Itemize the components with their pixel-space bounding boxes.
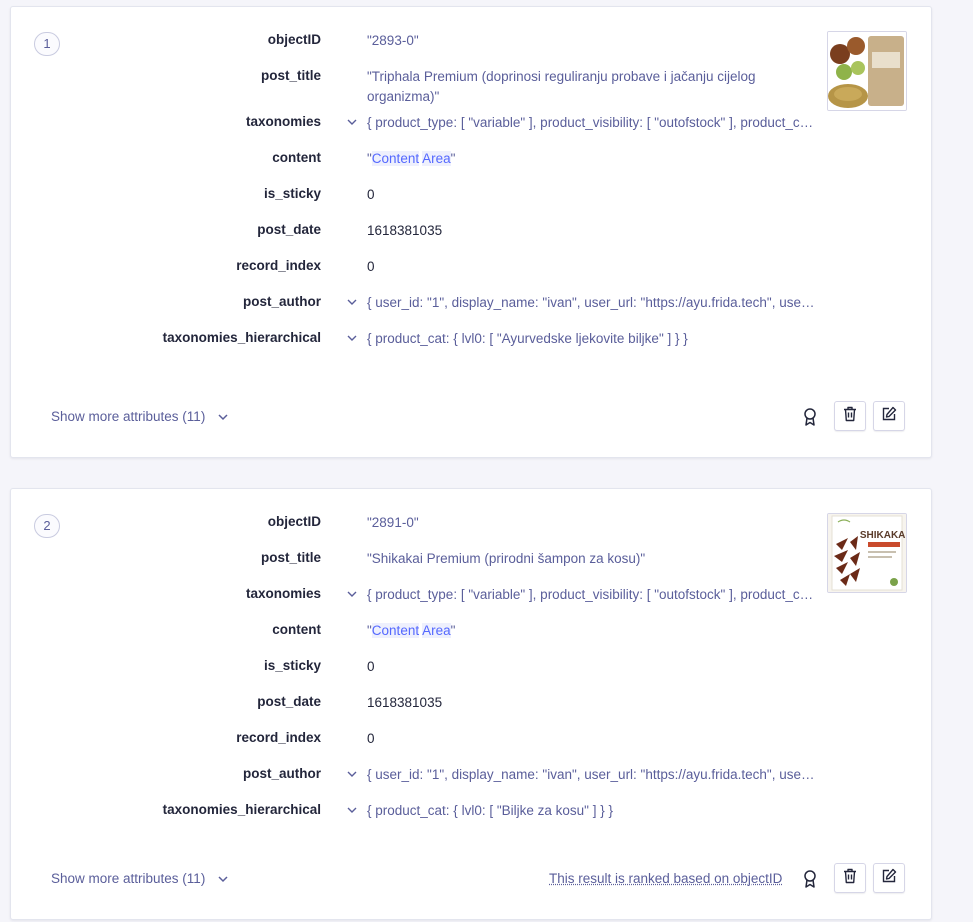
show-more-attributes-link[interactable]: Show more attributes (11) [51, 871, 229, 887]
attribute-key: is_sticky [263, 658, 321, 673]
edit-button[interactable] [873, 401, 905, 431]
attribute-key: post_title [260, 550, 321, 565]
edit-button[interactable] [873, 863, 905, 893]
attribute-value: 0 [367, 731, 375, 746]
attribute-value: { product_cat: { lvl0: [ "Ayurvedske lje… [367, 331, 688, 346]
shikakai-label: SHIKAKAI [860, 530, 906, 541]
attribute-row-post-author: post_author { user_id: "1", display_name… [11, 293, 821, 329]
attribute-key: post_date [257, 694, 321, 709]
attribute-key: content [272, 150, 321, 165]
attribute-key: post_author [242, 294, 321, 309]
attribute-key: objectID [267, 514, 321, 529]
attribute-value: "Content Area" [367, 149, 817, 169]
attribute-value: { user_id: "1", display_name: "ivan", us… [367, 295, 817, 310]
edit-icon [881, 868, 897, 889]
attribute-value: 0 [367, 259, 375, 274]
attribute-key: is_sticky [263, 186, 321, 201]
attribute-row-record-index: record_index 0 [11, 729, 821, 765]
attribute-key: objectID [267, 32, 321, 47]
attribute-list: objectID "2891-0" post_title "Shikakai P… [11, 513, 821, 837]
attribute-key: record_index [236, 730, 321, 745]
attribute-row-taxonomies-hierarchical: taxonomies_hierarchical { product_cat: {… [11, 801, 821, 837]
attribute-value: { user_id: "1", display_name: "ivan", us… [367, 767, 817, 782]
attribute-value: "2891-0" [367, 515, 419, 530]
search-highlight: Area [422, 623, 451, 638]
attribute-value: 0 [367, 659, 375, 674]
show-more-label: Show more attributes (11) [51, 871, 206, 886]
attribute-row-post-title: post_title "Triphala Premium (doprinosi … [11, 67, 821, 113]
quote: " [450, 623, 456, 638]
attribute-row-record-index: record_index 0 [11, 257, 821, 293]
attribute-key: taxonomies [245, 586, 321, 601]
search-highlight: Content [371, 151, 420, 166]
attribute-value: { product_type: [ "variable" ], product_… [367, 587, 817, 602]
attribute-key: post_author [242, 766, 321, 781]
attribute-row-post-title: post_title "Shikakai Premium (prirodni š… [11, 549, 821, 585]
attribute-row-post-date: post_date 1618381035 [11, 221, 821, 257]
ranking-explanation[interactable]: This result is ranked based on objectID [549, 871, 782, 886]
chevron-down-icon[interactable] [346, 115, 358, 129]
search-highlight: Area [422, 151, 451, 166]
chevron-down-icon[interactable] [346, 767, 358, 781]
ribbon-icon[interactable] [801, 407, 819, 427]
result-card: 1 objectID "2893-0" post_title "Triphala… [10, 6, 932, 458]
search-highlight: Content [371, 623, 420, 638]
attribute-row-taxonomies: taxonomies { product_type: [ "variable" … [11, 585, 821, 621]
triphala-product-image [827, 31, 907, 111]
shikakai-product-image: SHIKAKAI [827, 513, 907, 593]
trash-icon [843, 406, 857, 427]
attribute-value: { product_type: [ "variable" ], product_… [367, 115, 817, 130]
attribute-key: record_index [236, 258, 321, 273]
attribute-row-objectid: objectID "2891-0" [11, 513, 821, 549]
chevron-down-icon [217, 410, 229, 425]
attribute-value: 1618381035 [367, 695, 443, 710]
attribute-value: "Triphala Premium (doprinosi reguliranju… [367, 69, 756, 104]
chevron-down-icon[interactable] [346, 331, 358, 345]
attribute-value: "Shikakai Premium (prirodni šampon za ko… [367, 551, 646, 566]
quote: " [450, 151, 456, 166]
attribute-value: 1618381035 [367, 223, 443, 238]
attribute-key: post_date [257, 222, 321, 237]
attribute-row-post-author: post_author { user_id: "1", display_name… [11, 765, 821, 801]
delete-button[interactable] [834, 863, 866, 893]
show-more-label: Show more attributes (11) [51, 409, 206, 424]
attribute-key: content [272, 622, 321, 637]
result-card: 2 objectID "2891-0" post_title "Shikakai… [10, 488, 932, 920]
attribute-row-taxonomies: taxonomies { product_type: [ "variable" … [11, 113, 821, 149]
chevron-down-icon[interactable] [346, 295, 358, 309]
attribute-key: post_title [260, 68, 321, 83]
chevron-down-icon[interactable] [346, 587, 358, 601]
attribute-list: objectID "2893-0" post_title "Triphala P… [11, 31, 821, 365]
attribute-row-post-date: post_date 1618381035 [11, 693, 821, 729]
chevron-down-icon[interactable] [346, 803, 358, 817]
attribute-value: { product_cat: { lvl0: [ "Biljke za kosu… [367, 803, 613, 818]
attribute-key: taxonomies [245, 114, 321, 129]
attribute-key: taxonomies_hierarchical [162, 802, 321, 817]
ribbon-icon[interactable] [801, 869, 819, 889]
attribute-value: 0 [367, 187, 375, 202]
chevron-down-icon [217, 872, 229, 887]
trash-icon [843, 868, 857, 889]
attribute-row-content: content "Content Area" [11, 621, 821, 657]
attribute-value: "2893-0" [367, 33, 419, 48]
attribute-key: taxonomies_hierarchical [162, 330, 321, 345]
attribute-row-objectid: objectID "2893-0" [11, 31, 821, 67]
attribute-row-taxonomies-hierarchical: taxonomies_hierarchical { product_cat: {… [11, 329, 821, 365]
show-more-attributes-link[interactable]: Show more attributes (11) [51, 409, 229, 425]
attribute-value: "Content Area" [367, 621, 817, 641]
delete-button[interactable] [834, 401, 866, 431]
attribute-row-is-sticky: is_sticky 0 [11, 185, 821, 221]
edit-icon [881, 406, 897, 427]
attribute-row-content: content "Content Area" [11, 149, 821, 185]
attribute-row-is-sticky: is_sticky 0 [11, 657, 821, 693]
